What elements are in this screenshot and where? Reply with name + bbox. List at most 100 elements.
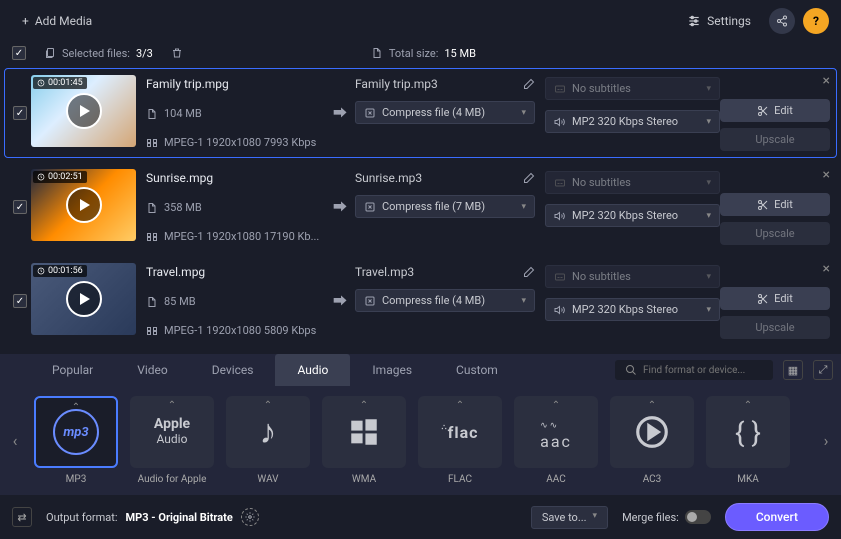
format-wav[interactable]: ⌃ ♪ WAV xyxy=(226,396,310,485)
settings-label: Settings xyxy=(707,14,751,28)
format-label: FLAC xyxy=(448,474,472,485)
tab-video[interactable]: Video xyxy=(115,354,190,386)
file-checkbox[interactable] xyxy=(13,106,27,120)
output-swap-button[interactable]: ⇄ xyxy=(12,507,32,527)
upscale-button[interactable]: Upscale xyxy=(720,222,830,245)
format-audio-for-apple[interactable]: ⌃ AppleAudio Audio for Apple xyxy=(130,396,214,485)
chevron-up-icon: ⌃ xyxy=(456,400,464,411)
arrow-right-icon: ⮕ xyxy=(333,197,347,217)
play-icon xyxy=(66,93,102,129)
expand-button[interactable]: ⤢ xyxy=(813,360,833,380)
format-ac3[interactable]: ⌃ AC3 xyxy=(610,396,694,485)
file-card[interactable]: 00:02:51 Sunrise.mpg 358 MB MPEG-1 1920x… xyxy=(4,162,837,252)
file-icon xyxy=(146,202,158,214)
tab-popular[interactable]: Popular xyxy=(30,354,115,386)
pencil-icon xyxy=(523,172,535,184)
file-icon xyxy=(371,47,383,59)
plus-icon: + xyxy=(22,14,29,28)
compress-dropdown[interactable]: Compress file (4 MB) ▾ xyxy=(355,101,535,124)
compress-icon xyxy=(364,295,376,307)
file-size: 104 MB xyxy=(164,107,202,120)
remove-file-button[interactable]: × xyxy=(823,167,830,183)
output-filename: Family trip.mp3 xyxy=(355,77,438,91)
format-icon xyxy=(146,137,158,149)
total-size-label: Total size: xyxy=(389,47,439,60)
tab-devices[interactable]: Devices xyxy=(190,354,276,386)
file-card[interactable]: 00:01:56 Travel.mpg 85 MB MPEG-1 1920x10… xyxy=(4,256,837,346)
edit-button[interactable]: Edit xyxy=(720,193,830,216)
save-to-dropdown[interactable]: Save to... ▾ xyxy=(531,506,608,529)
duration-value: 00:01:56 xyxy=(48,266,83,276)
file-thumbnail[interactable]: 00:01:45 xyxy=(31,75,136,147)
format-label: WMA xyxy=(352,474,376,485)
subtitle-icon xyxy=(554,177,566,189)
edit-button[interactable]: Edit xyxy=(720,287,830,310)
add-media-button[interactable]: + Add Media xyxy=(12,8,102,34)
upscale-label: Upscale xyxy=(755,227,794,240)
convert-label: Convert xyxy=(756,510,798,524)
remove-file-button[interactable]: × xyxy=(823,73,830,89)
file-checkbox[interactable] xyxy=(13,294,27,308)
subtitles-dropdown[interactable]: No subtitles ▾ xyxy=(545,265,720,288)
rename-button[interactable] xyxy=(523,266,535,278)
format-icon xyxy=(146,231,158,243)
share-button[interactable] xyxy=(769,8,795,34)
subtitle-icon xyxy=(554,83,566,95)
rename-button[interactable] xyxy=(523,78,535,90)
output-settings-button[interactable] xyxy=(241,508,259,526)
grid-view-button[interactable]: ▦ xyxy=(783,360,803,380)
file-thumbnail[interactable]: 00:01:56 xyxy=(31,263,136,335)
chevron-down-icon: ▾ xyxy=(706,272,711,282)
format-wma[interactable]: ⌃ WMA xyxy=(322,396,406,485)
audio-dropdown[interactable]: MP2 320 Kbps Stereo ▾ xyxy=(545,298,720,321)
file-card[interactable]: 00:01:45 Family trip.mpg 104 MB MPEG-1 1… xyxy=(4,68,837,158)
compress-dropdown[interactable]: Compress file (7 MB) ▾ xyxy=(355,195,535,218)
chevron-down-icon: ▾ xyxy=(593,511,598,524)
selected-files-label: Selected files: xyxy=(62,47,130,60)
upscale-button[interactable]: Upscale xyxy=(720,128,830,151)
format-aac[interactable]: ⌃ ∿∿aac AAC xyxy=(514,396,598,485)
subtitles-dropdown[interactable]: No subtitles ▾ xyxy=(545,171,720,194)
scissors-icon xyxy=(757,199,769,211)
file-thumbnail[interactable]: 00:02:51 xyxy=(31,169,136,241)
settings-button[interactable]: Settings xyxy=(677,8,761,34)
compress-dropdown[interactable]: Compress file (4 MB) ▾ xyxy=(355,289,535,312)
output-filename: Travel.mp3 xyxy=(355,265,414,279)
compress-icon xyxy=(364,107,376,119)
format-search[interactable] xyxy=(615,360,773,380)
format-mp3[interactable]: ⌃ mp3 MP3 xyxy=(34,396,118,485)
file-checkbox[interactable] xyxy=(13,200,27,214)
select-all-checkbox[interactable] xyxy=(12,46,26,60)
search-input[interactable] xyxy=(643,365,763,376)
duration-badge: 00:02:51 xyxy=(33,171,87,183)
audio-value: MP2 320 Kbps Stereo xyxy=(572,303,678,316)
upscale-button[interactable]: Upscale xyxy=(720,316,830,339)
topbar: + Add Media Settings ? xyxy=(0,0,841,42)
save-to-label: Save to... xyxy=(542,511,587,524)
format-flac[interactable]: ⌃ ∴flac FLAC xyxy=(418,396,502,485)
edit-button[interactable]: Edit xyxy=(720,99,830,122)
tab-audio[interactable]: Audio xyxy=(275,354,350,386)
remove-file-button[interactable]: × xyxy=(823,261,830,277)
scroll-right-button[interactable]: › xyxy=(817,431,835,450)
subtitles-dropdown[interactable]: No subtitles ▾ xyxy=(545,77,720,100)
compress-value: Compress file (7 MB) xyxy=(382,200,485,213)
format-mka[interactable]: ⌃ { } MKA xyxy=(706,396,790,485)
convert-button[interactable]: Convert xyxy=(725,503,829,531)
help-button[interactable]: ? xyxy=(803,8,829,34)
tab-images[interactable]: Images xyxy=(350,354,434,386)
tab-custom[interactable]: Custom xyxy=(434,354,520,386)
compress-value: Compress file (4 MB) xyxy=(382,106,485,119)
duration-badge: 00:01:56 xyxy=(33,265,87,277)
scroll-left-button[interactable]: ‹ xyxy=(6,431,24,450)
chevron-up-icon: ⌃ xyxy=(168,400,176,411)
audio-dropdown[interactable]: MP2 320 Kbps Stereo ▾ xyxy=(545,204,720,227)
format-panel: PopularVideoDevicesAudioImagesCustom ▦ ⤢ ‹… xyxy=(0,354,841,495)
audio-dropdown[interactable]: MP2 320 Kbps Stereo ▾ xyxy=(545,110,720,133)
format-icon: { } xyxy=(735,416,761,449)
add-media-label: Add Media xyxy=(35,14,92,28)
trash-button[interactable] xyxy=(171,47,183,59)
format-info: MPEG-1 1920x1080 17190 Kb... xyxy=(164,230,319,243)
rename-button[interactable] xyxy=(523,172,535,184)
merge-toggle[interactable] xyxy=(685,510,711,524)
